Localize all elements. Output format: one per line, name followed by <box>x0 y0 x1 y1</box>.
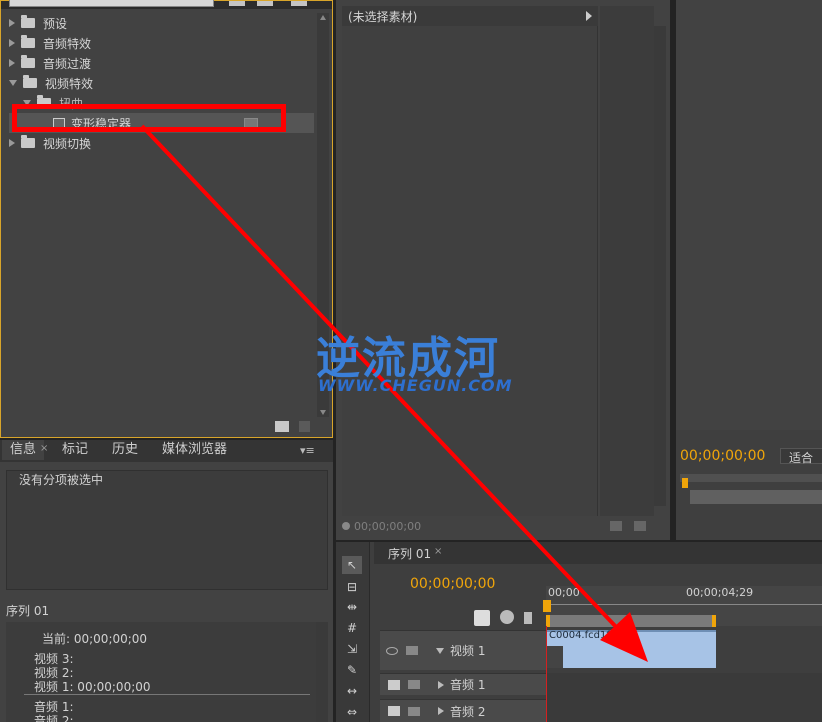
watermark-url: WWW.CHEGUN.COM <box>318 376 513 395</box>
